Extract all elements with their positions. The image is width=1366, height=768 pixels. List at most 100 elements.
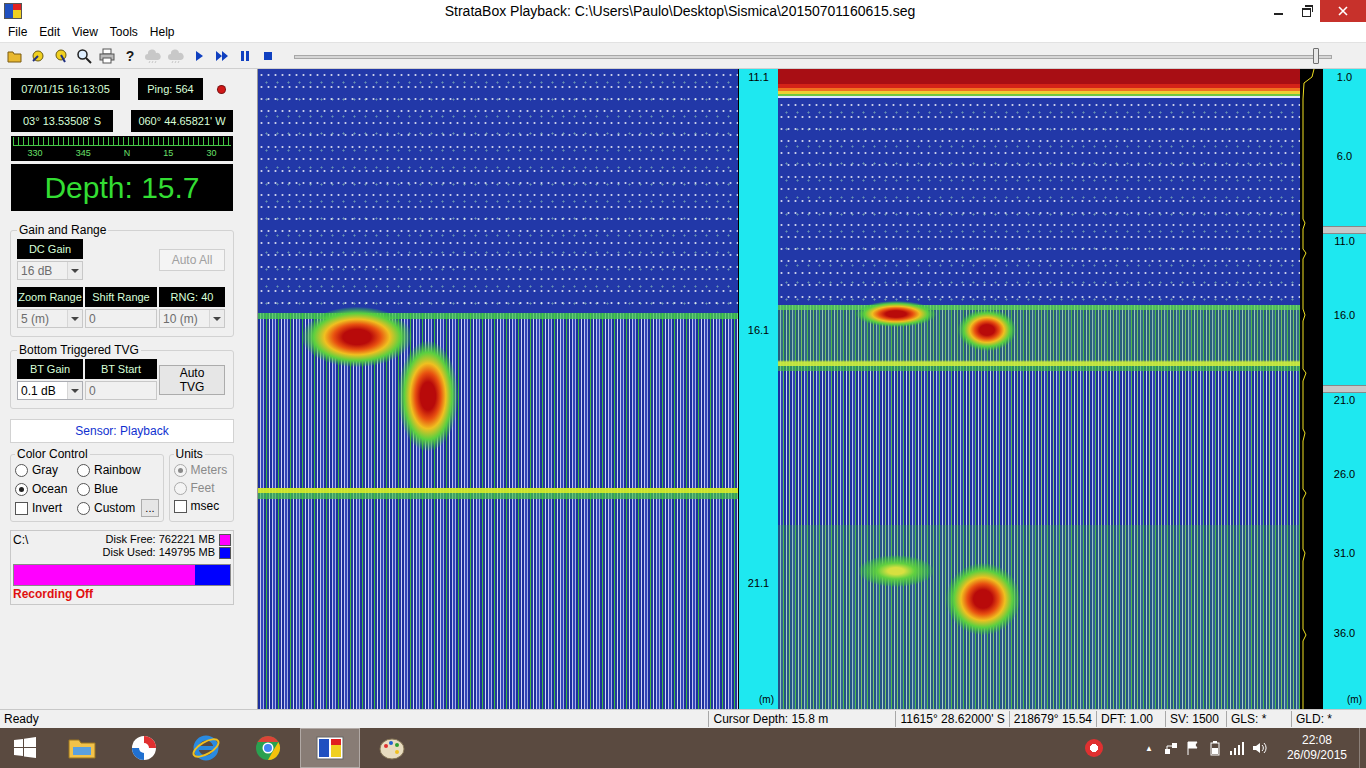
auto-tvg-button[interactable]: Auto TVG xyxy=(159,365,225,395)
radio-option[interactable]: Gray xyxy=(15,461,77,479)
menu-item[interactable]: File xyxy=(2,23,33,41)
radio-icon xyxy=(174,464,187,477)
volume-icon xyxy=(1251,740,1267,756)
taskbar-app[interactable] xyxy=(52,728,112,768)
slider-thumb[interactable] xyxy=(1313,48,1319,64)
tray-overflow-button[interactable]: ▲ xyxy=(1145,744,1153,753)
toolbar-button[interactable] xyxy=(257,45,279,67)
depth-tick: 16.0 xyxy=(1323,307,1366,386)
show-desktop-button[interactable] xyxy=(1359,728,1366,768)
dropdown[interactable]: 0.1 dB xyxy=(17,381,83,400)
taskbar: ▲ 22:0826/09/2015 xyxy=(0,728,1366,768)
tray-item[interactable] xyxy=(1207,740,1223,756)
radio-option[interactable]: Rainbow xyxy=(77,461,159,479)
compass-label: 15 xyxy=(163,146,173,160)
cloud-icon xyxy=(168,48,184,64)
compass: 330345N1530 xyxy=(11,136,233,161)
toolbar-button[interactable] xyxy=(4,45,26,67)
help-icon: ? xyxy=(126,48,135,64)
field-label: Zoom Range xyxy=(17,287,83,307)
radio-option[interactable]: Meters xyxy=(174,461,229,479)
echo-target xyxy=(858,555,934,587)
close-button[interactable] xyxy=(1320,0,1366,22)
depth-tick: 11.0 xyxy=(1323,228,1366,307)
longitude-display: 060° 44.65821' W xyxy=(131,110,233,132)
slider-track xyxy=(294,55,1332,59)
toolbar-button[interactable] xyxy=(142,45,164,67)
fast-forward-icon xyxy=(214,48,230,64)
radio-option[interactable]: Blue xyxy=(77,480,159,498)
depth-scale: 1.06.011.016.021.026.031.036.0(m) xyxy=(1323,69,1366,709)
echo-target xyxy=(302,307,412,367)
window-title: StrataBox Playback: C:\Users\Paulo\Deskt… xyxy=(26,3,1264,19)
radio-option[interactable]: Custom... xyxy=(77,499,159,517)
restore-button[interactable] xyxy=(1292,0,1320,22)
latitude-display: 03° 13.53508' S xyxy=(11,110,113,132)
dropdown[interactable]: 10 (m) xyxy=(159,309,225,328)
toolbar-button[interactable] xyxy=(50,45,72,67)
checkbox-option[interactable]: Invert xyxy=(15,499,77,517)
zoom-echogram[interactable] xyxy=(258,69,738,709)
custom-color-button[interactable]: ... xyxy=(141,499,158,517)
radio-option[interactable]: Ocean xyxy=(15,480,77,498)
dc-gain-dropdown[interactable]: 16 dB xyxy=(17,261,83,280)
toolbar-button[interactable] xyxy=(211,45,233,67)
seabed-returns xyxy=(778,305,1300,709)
toolbar-button[interactable] xyxy=(73,45,95,67)
depth-tick: 36.0 xyxy=(1323,625,1366,704)
status-field: SV: 1500 xyxy=(1165,711,1226,727)
toolbar-button[interactable]: ? xyxy=(119,45,141,67)
battery-icon xyxy=(1207,740,1223,756)
disk-usage-bar xyxy=(13,564,231,586)
dropdown[interactable]: 5 (m) xyxy=(17,309,83,328)
status-message: Ready xyxy=(0,712,708,726)
network-icon xyxy=(1163,740,1179,756)
minimize-icon xyxy=(1274,13,1283,15)
text-field[interactable]: 0 xyxy=(85,381,157,400)
play-icon xyxy=(191,48,207,64)
signal-icon xyxy=(1229,740,1245,756)
tray-item[interactable] xyxy=(1163,740,1179,756)
group-title: Gain and Range xyxy=(17,223,108,237)
tray-item[interactable] xyxy=(1251,740,1267,756)
toolbar-button[interactable] xyxy=(27,45,49,67)
taskbar-app[interactable] xyxy=(300,728,360,768)
toolbar-button[interactable] xyxy=(165,45,187,67)
text-field[interactable]: 0 xyxy=(85,309,157,328)
compass-label: 345 xyxy=(76,146,91,160)
main-echogram[interactable] xyxy=(778,69,1300,709)
radio-icon xyxy=(15,483,28,496)
dropdown-arrow-icon xyxy=(67,310,82,327)
checkbox-icon xyxy=(174,500,187,513)
status-bar: ReadyCursor Depth: 15.8 m11615° 28.62000… xyxy=(0,709,1366,728)
action-center-flag-icon xyxy=(1185,740,1201,756)
chrome-icon xyxy=(253,733,283,763)
toolbar-button[interactable] xyxy=(188,45,210,67)
radio-option[interactable]: Feet xyxy=(174,479,229,497)
toolbar-button[interactable] xyxy=(234,45,256,67)
tray-item[interactable] xyxy=(1229,740,1245,756)
menu-item[interactable]: Edit xyxy=(33,23,66,41)
menu-item[interactable]: View xyxy=(66,23,104,41)
auto-all-button[interactable]: Auto All xyxy=(159,249,225,271)
checkbox-option[interactable]: msec xyxy=(174,497,229,515)
menu-item[interactable]: Tools xyxy=(104,23,144,41)
taskbar-app[interactable] xyxy=(114,728,174,768)
minimize-button[interactable] xyxy=(1264,0,1292,22)
window-controls xyxy=(1264,0,1366,22)
playback-slider[interactable] xyxy=(294,46,1332,66)
notification-icon[interactable] xyxy=(1085,739,1103,757)
start-button[interactable] xyxy=(0,728,50,768)
taskbar-app[interactable] xyxy=(176,728,236,768)
tray-item[interactable] xyxy=(1185,740,1201,756)
ping-display: Ping: 564 xyxy=(138,78,203,100)
taskbar-app[interactable] xyxy=(362,728,422,768)
clock[interactable]: 22:0826/09/2015 xyxy=(1287,733,1347,763)
menu-item[interactable]: Help xyxy=(144,23,181,41)
pause-icon xyxy=(237,48,253,64)
checkbox-icon xyxy=(15,502,28,515)
taskbar-app[interactable] xyxy=(238,728,298,768)
toolbar-button[interactable] xyxy=(96,45,118,67)
toolbar: ? xyxy=(0,42,1366,69)
strata-box-window: StrataBox Playback: C:\Users\Paulo\Deskt… xyxy=(0,0,1366,768)
